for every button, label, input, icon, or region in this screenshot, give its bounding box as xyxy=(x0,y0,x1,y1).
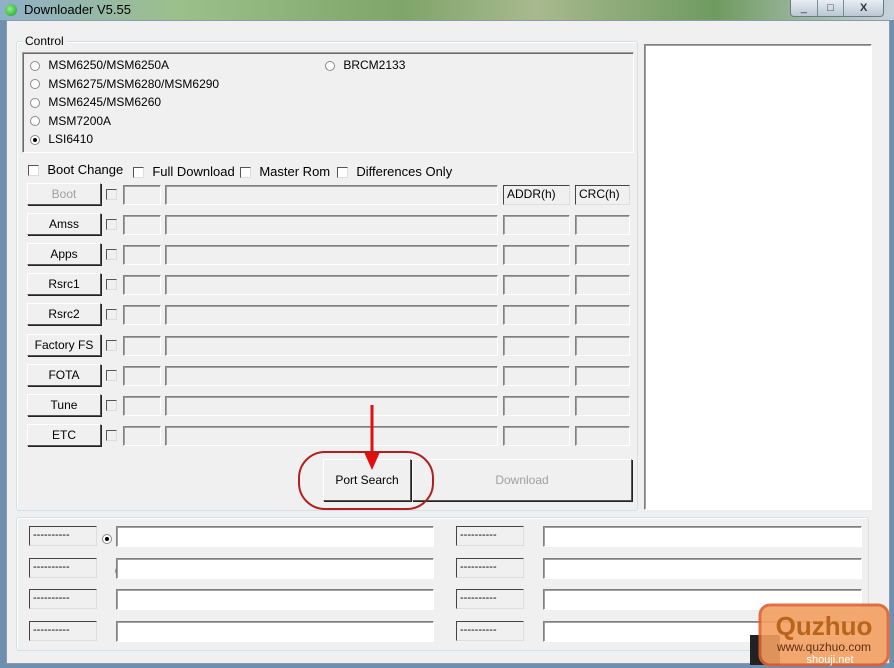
svg-text:shouji.net: shouji.net xyxy=(806,654,853,666)
watermark-logo: Quzhuo www.quzhuo.com shouji.net xyxy=(750,603,890,667)
annotation-overlay xyxy=(298,405,434,510)
svg-text:Quzhuo: Quzhuo xyxy=(776,611,873,641)
annotation-circle xyxy=(298,451,434,510)
svg-text:www.quzhuo.com: www.quzhuo.com xyxy=(776,640,871,654)
annotation-arrow-head xyxy=(364,452,380,470)
